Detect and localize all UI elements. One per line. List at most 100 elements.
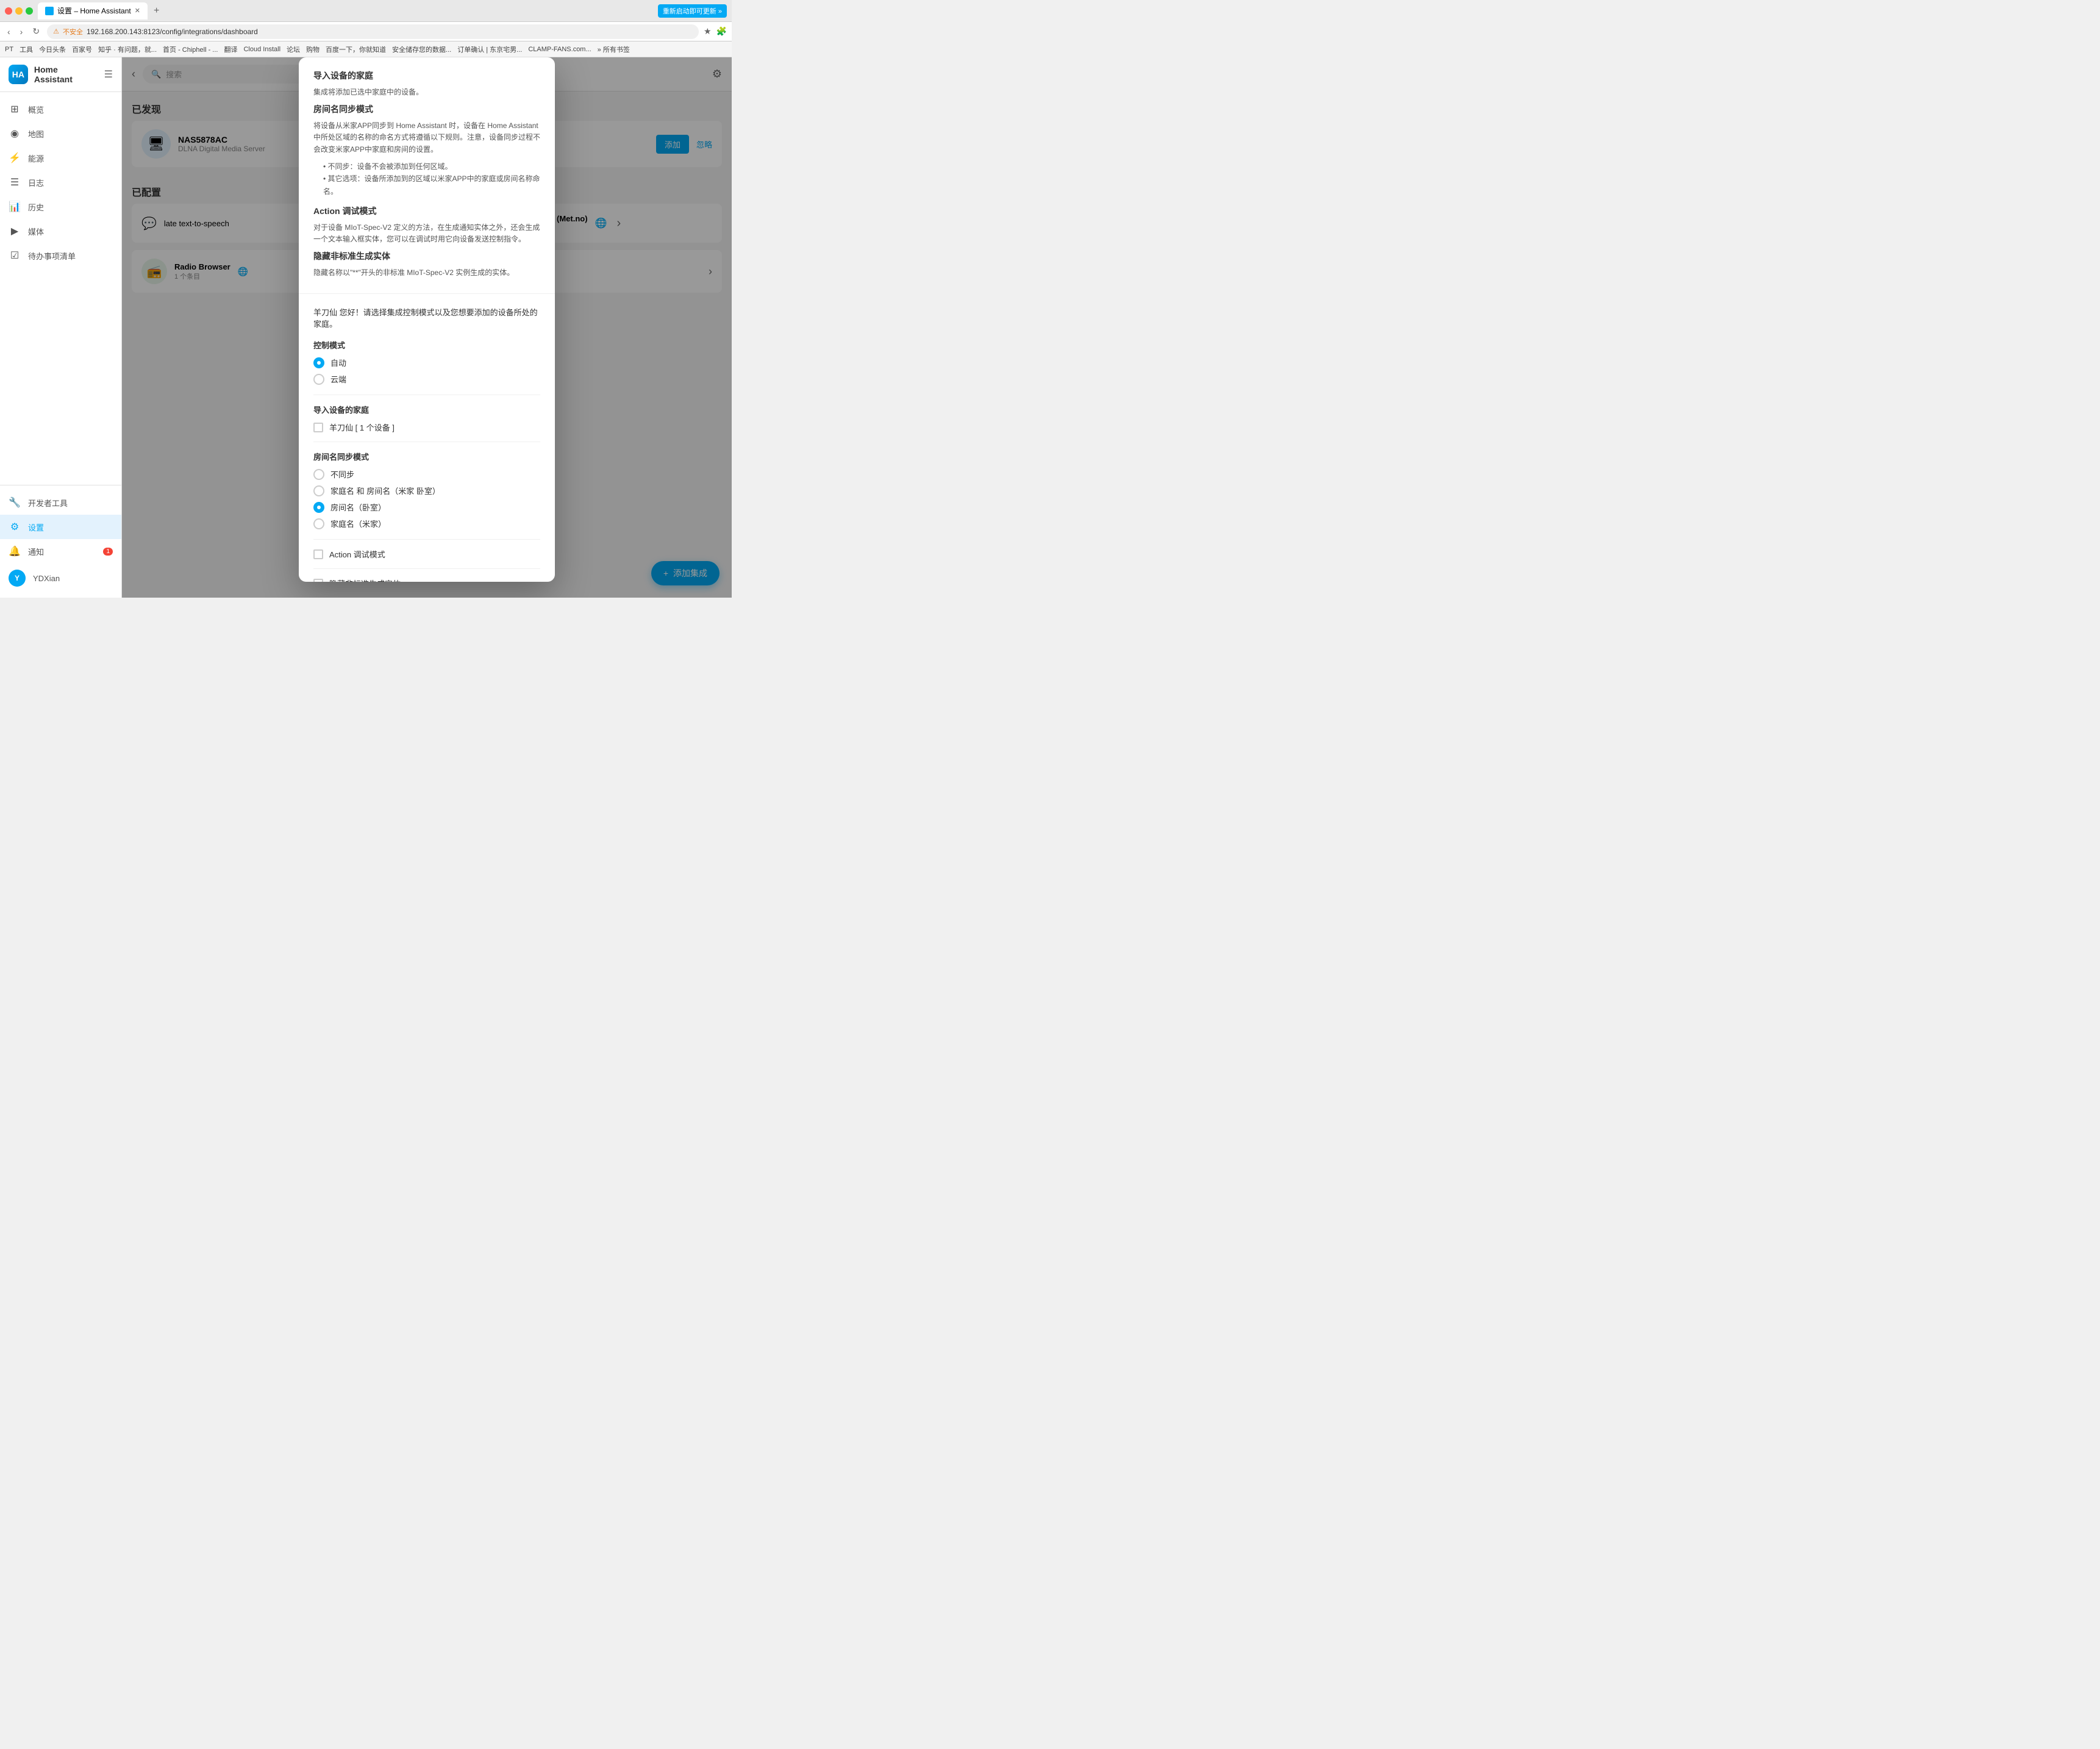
tab-close-button[interactable]: ✕ [135,7,140,15]
bookmark-clamp[interactable]: CLAMP-FANS.com... [528,46,591,53]
sidebar-header: HA Home Assistant ☰ [0,57,121,92]
home-option-label: 羊刀仙 [ 1 个设备 ] [329,421,395,433]
update-button[interactable]: 重新启动即可更新 » [658,4,727,18]
room-sync-nosync[interactable]: 不同步 [313,468,540,480]
url-text: 192.168.200.143:8123/config/integrations… [87,27,258,36]
main-content: ‹ 🔍 搜索 ⚙ 已发现 🖥 NAS5878AC DLNA Digital Me… [122,57,732,598]
bookmark-jinritoutiao[interactable]: 今日头条 [39,45,66,54]
radio-homeroom-circle [313,485,324,496]
hide-nonstandard-title: 隐藏非标准生成实体 [313,250,540,262]
energy-icon: ⚡ [9,152,21,164]
action-debug-checkbox-option[interactable]: Action 调试模式 [313,548,540,560]
radio-auto-circle [313,357,324,368]
room-sync-text: 将设备从米家APP同步到 Home Assistant 时，设备在 Home A… [313,120,540,156]
sidebar-item-devtools[interactable]: 🔧 开发者工具 [0,490,121,515]
bookmark-baijia[interactable]: 百家号 [72,45,92,54]
radio-nosync-label: 不同步 [330,468,354,480]
sidebar-item-energy[interactable]: ⚡ 能源 [0,146,121,170]
bookmark-pt[interactable]: PT [5,46,13,53]
sidebar-label-media: 媒体 [28,226,44,237]
sidebar-item-media[interactable]: ▶ 媒体 [0,219,121,243]
control-mode-cloud[interactable]: 云端 [313,373,540,385]
bookmark-icon[interactable]: ★ [704,26,712,37]
hide-nonstandard-checkbox [313,579,323,582]
bookmark-storage[interactable]: 安全储存您的数据... [392,45,451,54]
bookmark-zhihu[interactable]: 知乎 · 有问题，就... [98,45,157,54]
url-field[interactable]: ⚠ 不安全 192.168.200.143:8123/config/integr… [47,24,699,39]
log-icon: ☰ [9,176,21,188]
sidebar: HA Home Assistant ☰ ⊞ 概览 ◉ 地图 ⚡ 能源 ☰ 日志 … [0,57,122,598]
minimize-dot[interactable] [15,7,23,15]
import-home-form-label: 导入设备的家庭 [313,404,540,415]
sidebar-item-notifications[interactable]: 🔔 通知 1 [0,539,121,563]
sidebar-item-map[interactable]: ◉ 地图 [0,121,121,146]
room-sync-homeroom[interactable]: 家庭名 和 房间名（米家 卧室） [313,485,540,496]
sidebar-label-devtools: 开发者工具 [28,497,68,509]
room-sync-room[interactable]: 房间名（卧室） [313,501,540,513]
app-title: Home Assistant [34,65,98,84]
forward-button[interactable]: › [18,26,26,38]
modal-top-section: 导入设备的家庭 集成将添加已选中家庭中的设备。 房间名同步模式 将设备从米家AP… [299,57,555,294]
sidebar-item-settings[interactable]: ⚙ 设置 [0,515,121,539]
radio-room-circle [313,502,324,513]
room-sync-form-label: 房间名同步模式 [313,451,540,462]
hide-nonstandard-text: 隐藏名称以"**"开头的非标准 MIoT-Spec-V2 实例生成的实体。 [313,267,540,279]
home-option-yangjianxian[interactable]: 羊刀仙 [ 1 个设备 ] [313,421,540,433]
settings-icon: ⚙ [9,521,21,533]
modal-scrollable: 导入设备的家庭 集成将添加已选中家庭中的设备。 房间名同步模式 将设备从米家AP… [299,57,555,582]
modal-overlay: 导入设备的家庭 集成将添加已选中家庭中的设备。 房间名同步模式 将设备从米家AP… [122,57,732,598]
tab-title: 设置 – Home Assistant [57,5,131,16]
media-icon: ▶ [9,225,21,237]
bookmark-shop[interactable]: 购物 [306,45,320,54]
bookmark-baidu[interactable]: 百度一下，你就知道 [326,45,386,54]
sidebar-bottom: 🔧 开发者工具 ⚙ 设置 🔔 通知 1 Y YDXian [0,485,121,598]
sidebar-label-map: 地图 [28,128,44,140]
sidebar-label-settings: 设置 [28,521,44,533]
sidebar-label-log: 日志 [28,177,44,188]
bookmark-tools[interactable]: 工具 [20,45,33,54]
bookmark-cloudinstall[interactable]: Cloud Install [243,46,280,53]
sidebar-label-notifications: 通知 [28,546,44,557]
control-mode-auto[interactable]: 自动 [313,357,540,368]
close-dot[interactable] [5,7,12,15]
home-checkbox [313,423,323,432]
refresh-button[interactable]: ↻ [30,25,42,38]
new-tab-button[interactable]: + [151,5,162,16]
lock-label: 不安全 [63,27,83,37]
control-mode-group: 自动 云端 [313,357,540,385]
radio-cloud-circle [313,374,324,385]
bookmarks-bar: PT 工具 今日头条 百家号 知乎 · 有问题，就... 首页 - Chiphe… [0,41,732,57]
history-icon: 📊 [9,201,21,213]
security-icon: ⚠ [53,27,59,35]
bookmark-forum[interactable]: 论坛 [287,45,300,54]
active-tab[interactable]: 设置 – Home Assistant ✕ [38,2,148,20]
import-home-title: 导入设备的家庭 [313,70,540,82]
divider-4 [313,568,540,569]
notification-badge: 1 [103,548,113,556]
bookmark-translate[interactable]: 翻译 [224,45,237,54]
window-controls [5,7,33,15]
bookmark-all[interactable]: » 所有书签 [598,45,630,54]
sidebar-label-history: 历史 [28,201,44,213]
sidebar-item-log[interactable]: ☰ 日志 [0,170,121,195]
action-debug-text: 对于设备 MIoT-Spec-V2 定义的方法，在生成通知实体之外，还会生成一个… [313,222,540,245]
sidebar-item-overview[interactable]: ⊞ 概览 [0,97,121,121]
back-button[interactable]: ‹ [5,26,13,38]
room-sync-home[interactable]: 家庭名（米家） [313,518,540,529]
sidebar-item-user[interactable]: Y YDXian [0,563,121,593]
radio-home-label: 家庭名（米家） [330,518,386,529]
maximize-dot[interactable] [26,7,33,15]
sidebar-item-history[interactable]: 📊 历史 [0,195,121,219]
bookmark-chiphell[interactable]: 首页 - Chiphell - ... [163,45,218,54]
radio-auto-label: 自动 [330,357,346,368]
bookmark-order[interactable]: 订单确认 | 东京宅男... [457,45,522,54]
map-icon: ◉ [9,127,21,140]
hide-nonstandard-checkbox-option[interactable]: 隐藏非标准生成实体 [313,578,540,582]
overview-icon: ⊞ [9,103,21,115]
sidebar-menu-icon[interactable]: ☰ [104,68,113,80]
room-sync-bullet-2: • 其它选项：设备所添加到的区域以米家APP中的家庭或房间名称命名。 [313,173,540,198]
sidebar-item-todo[interactable]: ☑ 待办事项清单 [0,243,121,268]
extensions-icon[interactable]: 🧩 [716,26,727,37]
sidebar-label-energy: 能源 [28,152,44,164]
sidebar-label-overview: 概览 [28,104,44,115]
